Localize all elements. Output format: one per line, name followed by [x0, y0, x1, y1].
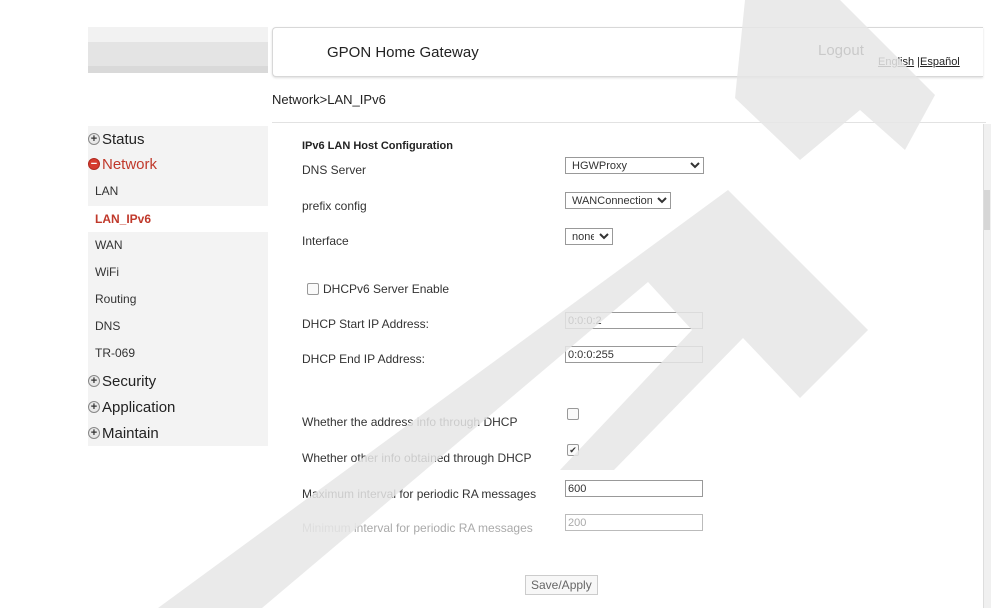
watermark-letter-f: [735, 0, 935, 160]
plus-circle-icon: +: [88, 375, 100, 387]
interface-select[interactable]: none: [565, 228, 613, 245]
save-apply-button[interactable]: Save/Apply: [525, 575, 598, 595]
dns-server-select[interactable]: HGWProxy: [565, 157, 704, 174]
prefix-config-label: prefix config: [302, 199, 367, 213]
sidebar-header-band-shadow: [88, 66, 268, 73]
sidebar-item-dns[interactable]: DNS: [88, 313, 268, 339]
sidebar-group-network[interactable]: − Network: [88, 153, 157, 175]
scrollbar-thumb[interactable]: [984, 190, 990, 230]
sidebar-group-status[interactable]: + Status: [88, 128, 145, 150]
dns-server-label: DNS Server: [302, 163, 367, 177]
min-ra-label: Minimum interval for periodic RA message…: [302, 521, 533, 535]
dhcp-end-input[interactable]: [565, 346, 703, 363]
sidebar-item-wifi[interactable]: WiFi: [88, 259, 268, 285]
max-ra-label: Maximum interval for periodic RA message…: [302, 487, 537, 501]
prefix-config-select[interactable]: WANConnection: [565, 192, 671, 209]
sidebar-item-routing[interactable]: Routing: [88, 286, 268, 312]
sidebar-group-label: Application: [102, 398, 176, 416]
sidebar-group-security[interactable]: + Security: [88, 370, 156, 392]
addr-via-dhcp-label: Whether the address info through DHCP: [302, 415, 518, 429]
dhcpv6-enable-checkbox[interactable]: [307, 283, 319, 295]
dhcp-end-label: DHCP End IP Address:: [302, 352, 425, 366]
plus-circle-icon: +: [88, 401, 100, 413]
sidebar-item-lan-ipv6[interactable]: LAN_IPv6: [88, 206, 268, 232]
sidebar-group-application[interactable]: + Application: [88, 396, 175, 418]
dhcp-start-label: DHCP Start IP Address:: [302, 317, 429, 331]
sidebar-group-label: Status: [102, 130, 145, 148]
language-switcher: English |Español: [878, 56, 960, 68]
sidebar-header-top: [88, 27, 268, 42]
app-title: GPON Home Gateway: [327, 44, 479, 61]
sidebar-group-maintain[interactable]: + Maintain: [88, 422, 159, 444]
max-ra-input[interactable]: [565, 480, 703, 497]
sidebar-header-band: [88, 42, 268, 66]
lang-english-link[interactable]: English: [878, 56, 914, 68]
dhcpv6-enable-label: DHCPv6 Server Enable: [323, 282, 450, 296]
section-title: IPv6 LAN Host Configuration: [302, 140, 453, 152]
sidebar-group-label: Network: [102, 155, 158, 173]
plus-circle-icon: +: [88, 133, 100, 145]
sidebar-item-lan[interactable]: LAN: [88, 178, 268, 204]
sidebar-item-tr069[interactable]: TR-069: [88, 340, 268, 366]
minus-circle-icon: −: [88, 158, 100, 170]
logout-link[interactable]: Logout: [818, 42, 864, 59]
addr-via-dhcp-checkbox[interactable]: [567, 408, 579, 420]
sidebar-group-label: Maintain: [102, 424, 159, 442]
other-via-dhcp-checkbox[interactable]: ✔: [567, 444, 579, 456]
dhcp-start-input[interactable]: [565, 312, 703, 329]
sidebar-item-wan[interactable]: WAN: [88, 232, 268, 258]
other-via-dhcp-label: Whether other info obtained through DHCP: [302, 451, 532, 465]
lang-spanish-link[interactable]: Español: [920, 56, 960, 68]
breadcrumb: Network>LAN_IPv6: [272, 92, 386, 107]
interface-label: Interface: [302, 234, 349, 248]
plus-circle-icon: +: [88, 427, 100, 439]
breadcrumb-divider: [272, 122, 986, 123]
sidebar-group-label: Security: [102, 372, 157, 390]
min-ra-input: [565, 514, 703, 531]
